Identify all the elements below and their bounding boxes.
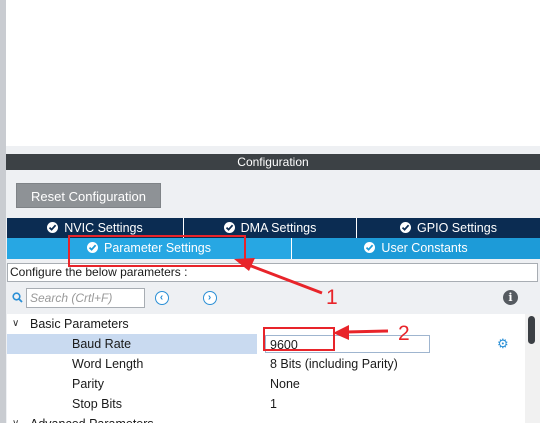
annotation-arrows [234, 258, 389, 340]
annotation-arrow-2 [345, 329, 389, 334]
annotation-arrowhead-2 [333, 325, 349, 340]
annotation-label-1: 1 [326, 286, 338, 309]
annotation-label-2: 2 [398, 322, 410, 345]
annotation-arrowhead-1 [234, 258, 255, 271]
annotation-arrow-1 [245, 262, 323, 295]
